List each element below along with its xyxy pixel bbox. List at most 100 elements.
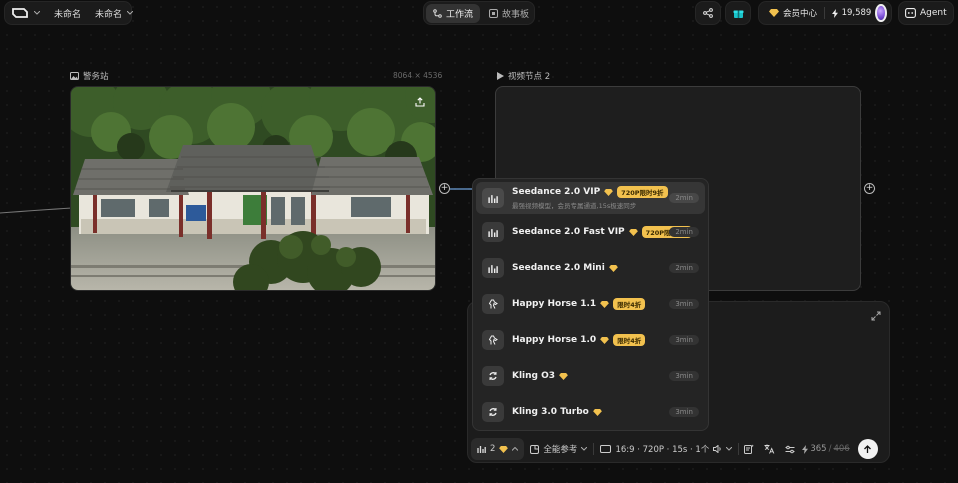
- bar-chart-icon: [477, 445, 486, 453]
- view-switcher: 工作流 故事板: [423, 1, 535, 25]
- diamond-icon: [769, 9, 779, 17]
- model-count: 2: [490, 444, 496, 454]
- upload-icon[interactable]: [413, 95, 427, 109]
- sliders-icon: [785, 445, 795, 454]
- credits-count: 19,589: [841, 8, 872, 18]
- output-settings-label: 16:9 · 720P · 15s · 1个: [615, 445, 710, 455]
- send-button[interactable]: [857, 439, 878, 459]
- user-avatar[interactable]: [875, 4, 887, 22]
- model-name: Kling O3: [512, 371, 556, 381]
- kling-icon: [482, 366, 504, 386]
- diamond-icon: [559, 372, 568, 380]
- agent-button[interactable]: Agent: [898, 1, 954, 25]
- model-description: 最强视频模型，会员专属通道,15s极速同步: [512, 202, 637, 210]
- generation-toolbar: 2 全能参考 16:9 · 720P · 15s · 1个 365 / 406: [471, 437, 889, 461]
- member-center-label: 会员中心: [783, 9, 818, 19]
- credit-cost-original: 406: [833, 444, 850, 454]
- diamond-icon: [628, 228, 638, 236]
- promo-badge: 限时4折: [613, 298, 646, 310]
- divider: [824, 7, 825, 19]
- diamond-icon: [499, 445, 509, 453]
- model-duration: 2min: [669, 263, 699, 273]
- lightning-icon: [802, 444, 809, 454]
- credit-cost-value: 365: [810, 444, 827, 454]
- gift-icon: [733, 8, 744, 19]
- bar-chart-icon: [482, 258, 504, 278]
- video-node-name: 视频节点 2: [508, 72, 551, 82]
- model-duration: 3min: [669, 335, 699, 345]
- chevron-down-icon[interactable]: [34, 11, 40, 15]
- diamond-icon: [600, 300, 610, 308]
- play-icon: [497, 72, 504, 80]
- aspect-ratio-icon: [600, 445, 612, 453]
- model-name: Happy Horse 1.1: [512, 299, 597, 309]
- tab-storyboard-label: 故事板: [502, 9, 530, 20]
- diamond-icon: [604, 188, 614, 196]
- reference-icon: [530, 444, 540, 454]
- expand-icon[interactable]: [871, 311, 881, 321]
- video-node-title[interactable]: 视频节点 2: [497, 70, 550, 82]
- police-station-photo: [71, 87, 435, 290]
- model-option-6[interactable]: Kling 3.0 Turbo 3min: [476, 394, 705, 430]
- kling-icon: [482, 402, 504, 422]
- model-duration: 2min: [669, 227, 699, 237]
- output-settings-selector[interactable]: 16:9 · 720P · 15s · 1个: [594, 438, 738, 460]
- share-button[interactable]: [695, 1, 721, 25]
- project-name[interactable]: 未命名: [54, 7, 81, 20]
- tab-workflow[interactable]: 工作流: [426, 3, 481, 23]
- workspace-name[interactable]: 未命名: [95, 7, 122, 20]
- adjust-button[interactable]: [780, 438, 800, 460]
- image-node[interactable]: [70, 86, 436, 291]
- bar-chart-icon: [482, 188, 504, 208]
- model-name: Seedance 2.0 Fast VIP: [512, 227, 625, 237]
- image-icon: [70, 72, 79, 80]
- diamond-icon: [592, 408, 602, 416]
- lightning-icon: [831, 8, 838, 18]
- tab-storyboard[interactable]: 故事板: [482, 4, 536, 23]
- diamond-icon: [600, 336, 610, 344]
- sparkle-doc-icon: [744, 444, 755, 454]
- app-logo-icon: [11, 7, 29, 19]
- image-node-title[interactable]: 警务站: [70, 70, 109, 82]
- agent-icon: [905, 8, 916, 18]
- image-node-output-port[interactable]: +: [439, 183, 450, 194]
- member-center[interactable]: 会员中心 19,589: [758, 1, 892, 25]
- model-option-3[interactable]: Happy Horse 1.1 限时4折 3min: [476, 286, 705, 322]
- share-icon: [703, 8, 713, 18]
- storyboard-icon: [489, 8, 499, 18]
- model-dropdown-menu: Seedance 2.0 VIP 720P限时9折 最强视频模型，会员专属通道,…: [472, 178, 709, 431]
- translate-button[interactable]: [759, 438, 780, 460]
- model-option-1[interactable]: Seedance 2.0 Fast VIP 720P限时9折 2min: [476, 214, 705, 250]
- model-duration: 3min: [669, 371, 699, 381]
- promo-badge: 限时4折: [613, 334, 646, 346]
- model-duration: 3min: [669, 407, 699, 417]
- gift-button[interactable]: [725, 1, 751, 25]
- arrow-up-icon: [863, 444, 872, 454]
- connector-line-left: [0, 207, 73, 214]
- image-resolution: 8064 × 4536: [393, 71, 443, 80]
- speaker-icon: [713, 445, 722, 453]
- model-name: Happy Horse 1.0: [512, 335, 597, 345]
- translate-icon: [764, 444, 775, 454]
- workflow-icon: [433, 8, 442, 18]
- chevron-up-icon: [512, 447, 519, 451]
- project-switcher[interactable]: 未命名 未命名: [4, 1, 134, 25]
- model-selector-button[interactable]: 2: [471, 438, 525, 460]
- model-option-2[interactable]: Seedance 2.0 Mini 2min: [476, 250, 705, 286]
- model-name: Seedance 2.0 VIP: [512, 187, 601, 197]
- model-option-4[interactable]: Happy Horse 1.0 限时4折 3min: [476, 322, 705, 358]
- bar-chart-icon: [482, 222, 504, 242]
- ai-assist-button[interactable]: [739, 438, 759, 460]
- model-option-0[interactable]: Seedance 2.0 VIP 720P限时9折 最强视频模型，会员专属通道,…: [476, 182, 705, 214]
- model-name: Seedance 2.0 Mini: [512, 263, 605, 273]
- model-duration: 2min: [669, 193, 699, 203]
- tab-workflow-label: 工作流: [446, 9, 474, 20]
- model-option-5[interactable]: Kling O3 3min: [476, 358, 705, 394]
- video-node-output-port[interactable]: +: [864, 183, 875, 194]
- chevron-down-icon: [726, 447, 733, 451]
- model-duration: 3min: [669, 299, 699, 309]
- chevron-down-icon[interactable]: [127, 11, 134, 15]
- promo-badge: 720P限时9折: [617, 186, 668, 198]
- reference-mode-selector[interactable]: 全能参考: [524, 438, 593, 460]
- reference-mode-label: 全能参考: [543, 445, 578, 455]
